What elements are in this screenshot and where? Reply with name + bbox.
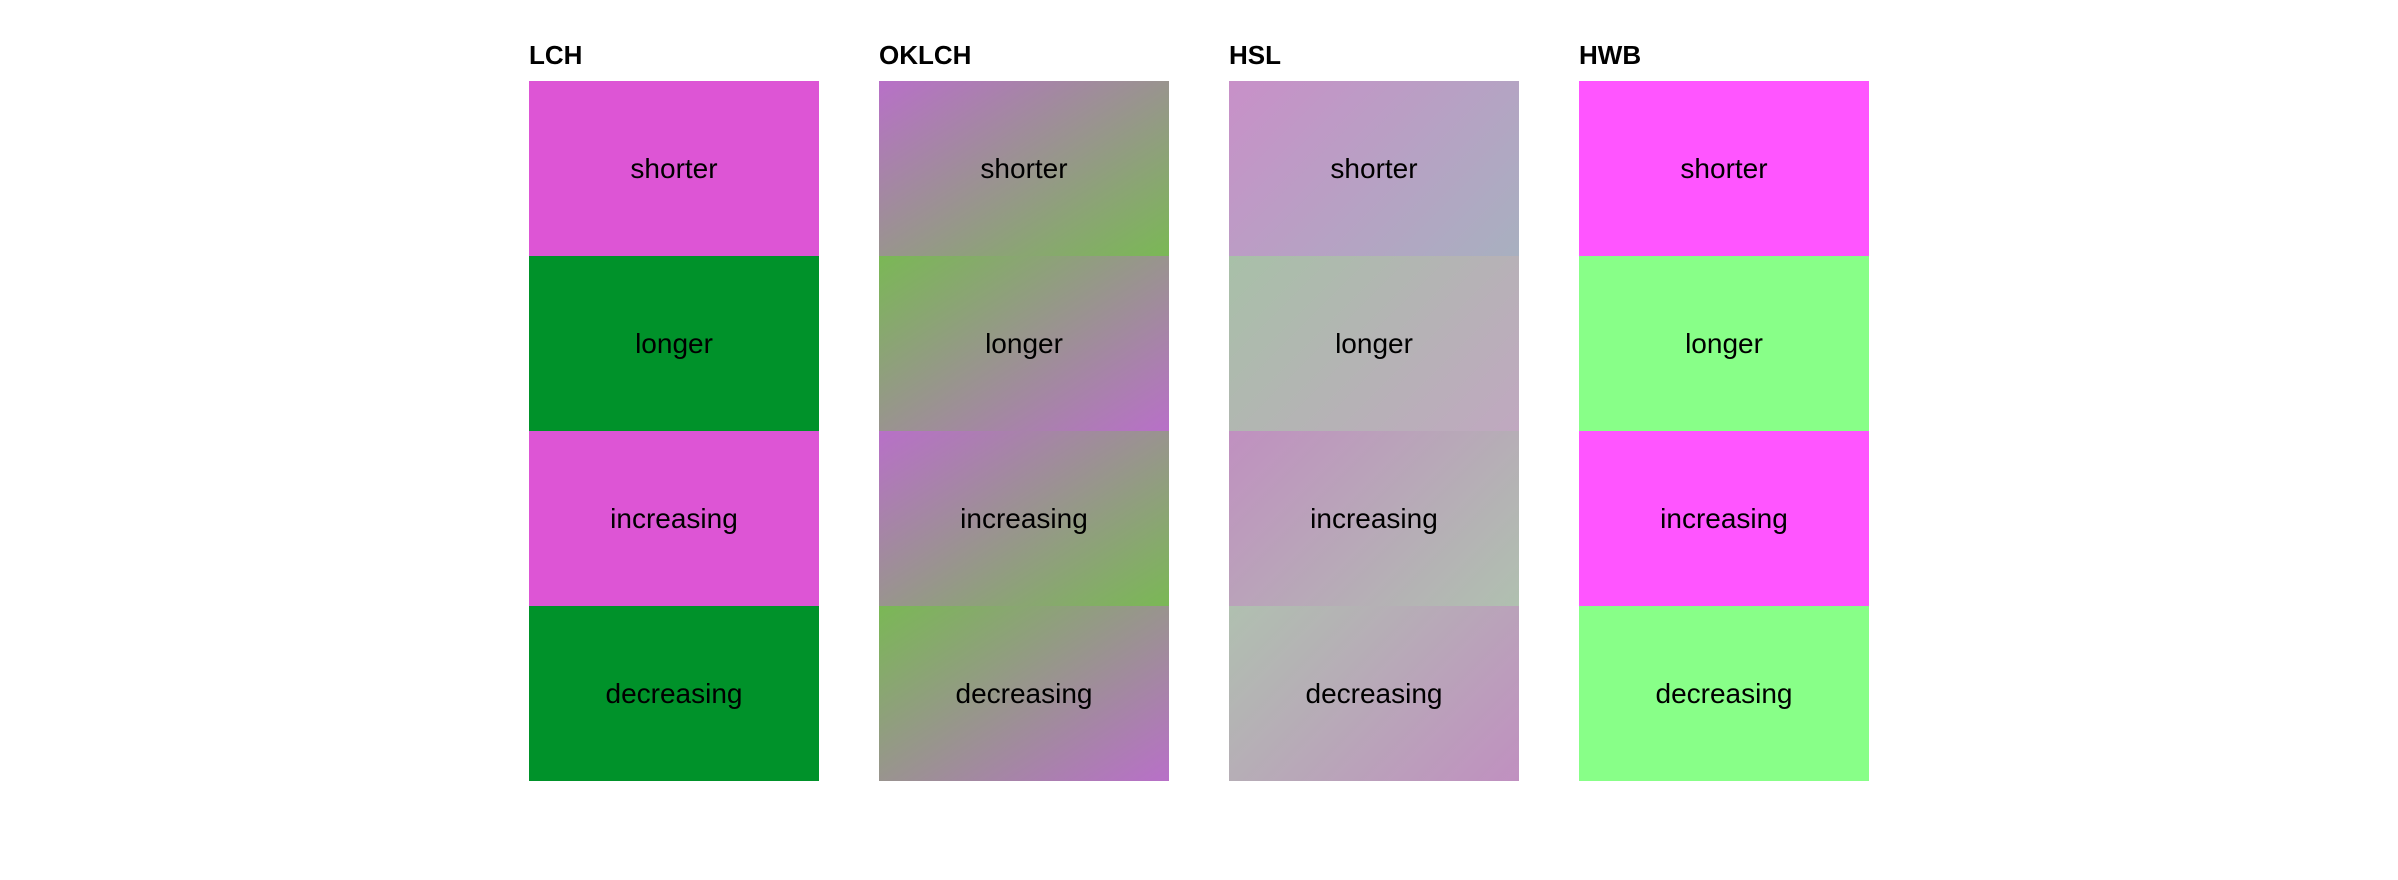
block-label-lch-longer: longer [635, 328, 713, 360]
block-hwb-shorter: shorter [1579, 81, 1869, 256]
group-title-oklch: OKLCH [879, 40, 1169, 71]
block-oklch-increasing: increasing [879, 431, 1169, 606]
group-lch: LCH shorter longer increasing decreasing [529, 40, 819, 781]
block-label-hsl-shorter: shorter [1330, 153, 1417, 185]
block-label-hwb-decreasing: decreasing [1656, 678, 1793, 710]
block-label-lch-decreasing: decreasing [606, 678, 743, 710]
block-label-hwb-shorter: shorter [1680, 153, 1767, 185]
block-label-hsl-decreasing: decreasing [1306, 678, 1443, 710]
block-hsl-decreasing: decreasing [1229, 606, 1519, 781]
block-label-hsl-longer: longer [1335, 328, 1413, 360]
block-label-hwb-longer: longer [1685, 328, 1763, 360]
main-container: LCHshorterlongerincreasingdecreasingOKLC… [529, 40, 1869, 781]
group-title-lch: LCH [529, 40, 819, 71]
block-hwb-longer: longer [1579, 256, 1869, 431]
block-label-oklch-shorter: shorter [980, 153, 1067, 185]
block-oklch-decreasing: decreasing [879, 606, 1169, 781]
block-lch-longer: longer [529, 256, 819, 431]
block-hsl-increasing: increasing [1229, 431, 1519, 606]
block-label-hwb-increasing: increasing [1660, 503, 1788, 535]
block-lch-decreasing: decreasing [529, 606, 819, 781]
group-title-hwb: HWB [1579, 40, 1869, 71]
group-hwb: HWB shorter longer increasing decreasing [1579, 40, 1869, 781]
block-hsl-shorter: shorter [1229, 81, 1519, 256]
group-oklch: OKLCH shorter longer increasing decreasing [879, 40, 1169, 781]
group-title-hsl: HSL [1229, 40, 1519, 71]
block-label-oklch-increasing: increasing [960, 503, 1088, 535]
group-hsl: HSL shorter longer increasing decreasing [1229, 40, 1519, 781]
block-oklch-shorter: shorter [879, 81, 1169, 256]
block-lch-shorter: shorter [529, 81, 819, 256]
block-label-lch-increasing: increasing [610, 503, 738, 535]
block-hwb-decreasing: decreasing [1579, 606, 1869, 781]
block-hsl-longer: longer [1229, 256, 1519, 431]
block-label-hsl-increasing: increasing [1310, 503, 1438, 535]
block-label-oklch-longer: longer [985, 328, 1063, 360]
block-oklch-longer: longer [879, 256, 1169, 431]
block-label-lch-shorter: shorter [630, 153, 717, 185]
block-hwb-increasing: increasing [1579, 431, 1869, 606]
block-label-oklch-decreasing: decreasing [956, 678, 1093, 710]
block-lch-increasing: increasing [529, 431, 819, 606]
